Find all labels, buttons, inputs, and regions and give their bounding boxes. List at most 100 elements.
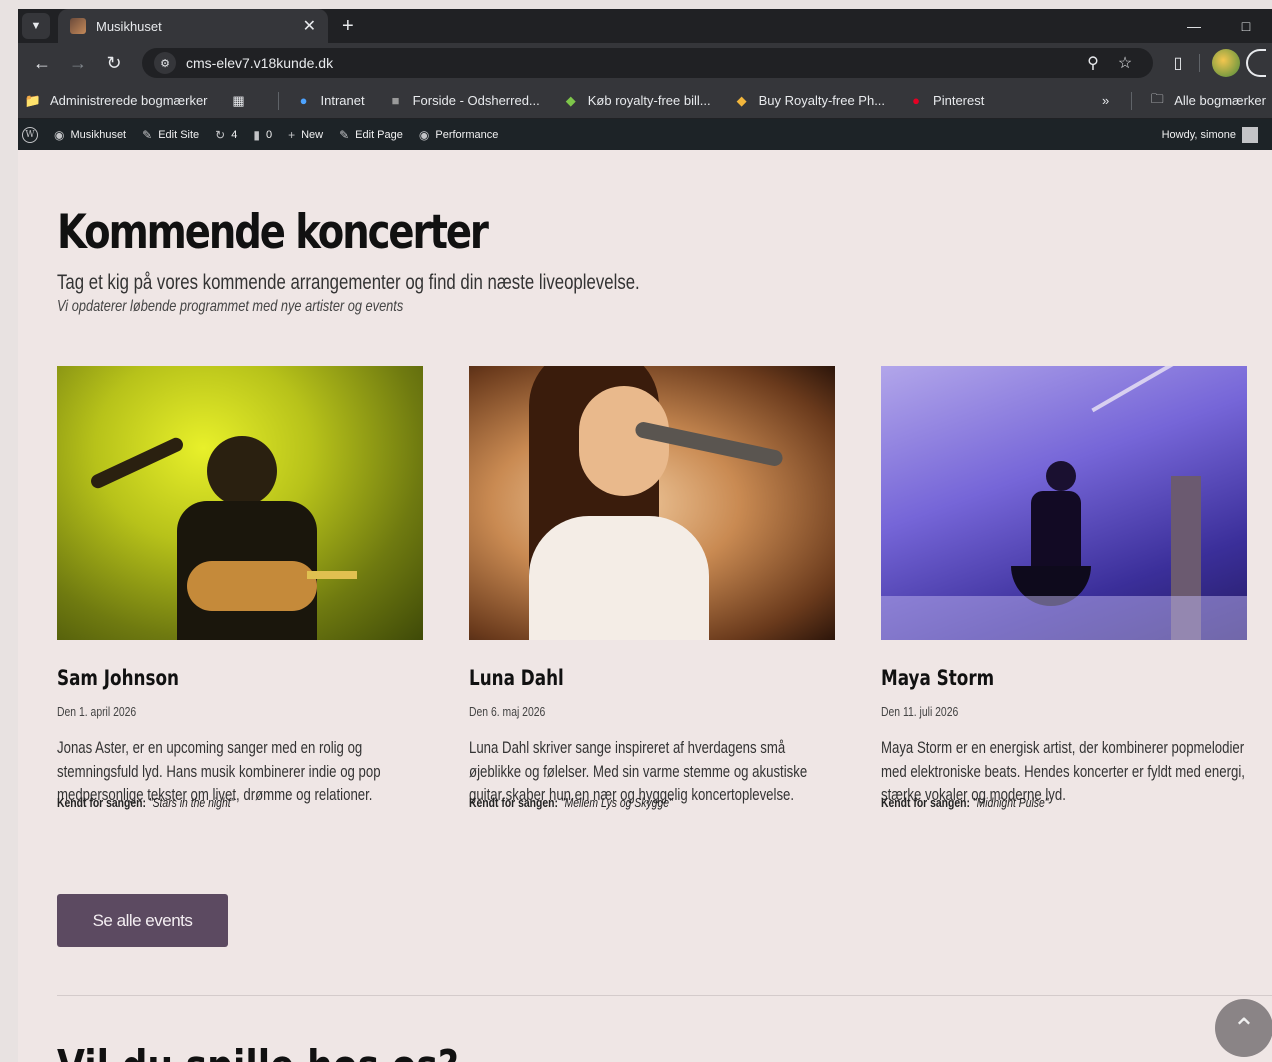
wp-site-label: Musikhuset	[70, 128, 127, 141]
back-arrow-icon[interactable]: ←	[24, 53, 60, 74]
zoom-icon[interactable]: ⚲	[1077, 53, 1109, 73]
bookmark-managed[interactable]: 📁 Administrerede bogmærker	[24, 93, 208, 109]
concert-song: Kendt for sangen: "Stars in the night"	[57, 795, 350, 810]
wp-new[interactable]: + New	[288, 128, 323, 142]
performance-icon: ◉	[418, 127, 430, 142]
song-label: Kendt for sangen:	[57, 794, 146, 810]
address-bar[interactable]: ⚙ cms-elev7.v18kunde.dk ⚲ ☆	[142, 48, 1153, 78]
bookmark-divider	[277, 91, 279, 110]
see-all-events-button[interactable]: Se alle events	[57, 894, 228, 947]
toolbar-divider	[1199, 54, 1200, 72]
folder-icon: 🗀	[1150, 90, 1164, 106]
wp-new-label: New	[301, 128, 324, 141]
tab-title: Musikhuset	[96, 18, 162, 34]
wp-edit-site-label: Edit Site	[158, 128, 200, 141]
concert-photo	[57, 366, 423, 640]
bookmark-pinterest[interactable]: ● Pinterest	[907, 93, 984, 108]
bookmark-label: Intranet	[320, 93, 365, 108]
bookmark-label: Pinterest	[933, 93, 985, 108]
extensions-icon[interactable]: ▯	[1161, 53, 1195, 73]
concert-song: Kendt for sangen: "Midnight Pulse"	[881, 795, 1174, 810]
song-label: Kendt for sangen:	[881, 794, 970, 810]
reload-icon[interactable]: ↻	[96, 53, 132, 74]
apps-grid-icon: ▦	[232, 92, 245, 108]
wp-edit-page[interactable]: ✎ Edit Page	[339, 128, 403, 142]
plus-icon: +	[288, 127, 296, 142]
site-settings-icon[interactable]: ⚙	[154, 52, 176, 74]
dashboard-icon: ◉	[54, 127, 65, 142]
wp-performance[interactable]: ◉ Performance	[419, 128, 498, 142]
bookmark-label: Køb royalty-free bill...	[587, 93, 711, 108]
bookmark-buy[interactable]: ◆ Buy Royalty-free Ph...	[733, 93, 885, 109]
tab-strip: ▼ Musikhuset ✕ + — □	[18, 9, 1272, 43]
browser-window: ▼ Musikhuset ✕ + — □ ← → ↻ ⚙ cms-elev7.v…	[18, 9, 1272, 1062]
pixabay-icon: ◆	[565, 92, 576, 108]
chevron-up-icon: ⌃	[1232, 1012, 1256, 1044]
bookmark-forside[interactable]: ■ Forside - Odsherred...	[387, 93, 540, 108]
bookmark-intranet[interactable]: ● Intranet	[295, 93, 365, 108]
song-label: Kendt for sangen:	[469, 794, 558, 810]
site-favicon-icon	[70, 18, 86, 34]
song-title: "Stars in the night"	[148, 794, 235, 810]
bookmark-label: Buy Royalty-free Ph...	[758, 93, 886, 108]
apps-button[interactable]: ▦	[230, 93, 256, 109]
concert-card: Luna Dahl Den 6. maj 2026 Luna Dahl skri…	[469, 366, 835, 810]
page-content: Kommende koncerter Tag et kig på vores k…	[18, 183, 1272, 1062]
more-bookmarks-button[interactable]: »	[1102, 93, 1109, 108]
page-subtitle: Vi opdaterer løbende programmet med nye …	[57, 298, 404, 315]
concert-song: Kendt for sangen: "Mellem Lys og Skygge"	[469, 795, 762, 810]
bookmark-label: Forside - Odsherred...	[412, 93, 540, 108]
concert-date: Den 6. maj 2026	[469, 704, 546, 719]
updates-icon: ↻	[215, 127, 226, 142]
bookmarks-bar: 📁 Administrerede bogmærker ▦ ● Intranet …	[18, 83, 1272, 119]
window-controls: — □	[1168, 9, 1272, 43]
wp-updates-count: 4	[231, 128, 238, 141]
wp-edit-page-label: Edit Page	[355, 128, 403, 141]
concert-date: Den 1. april 2026	[57, 704, 137, 719]
concert-card: Sam Johnson Den 1. april 2026 Jonas Aste…	[57, 366, 423, 810]
managed-folder-icon: 📁	[24, 92, 42, 108]
odsherred-icon: ■	[391, 93, 400, 108]
concert-photo	[469, 366, 835, 640]
pixabay-icon: ◆	[736, 92, 747, 108]
wp-updates[interactable]: ↻ 4	[215, 128, 237, 142]
wp-performance-label: Performance	[435, 128, 499, 141]
concert-card: Maya Storm Den 11. juli 2026 Maya Storm …	[881, 366, 1247, 810]
brush-icon: ✎	[142, 127, 153, 142]
concert-artist: Luna Dahl	[469, 666, 564, 690]
wp-comments[interactable]: ▮ 0	[253, 128, 272, 142]
wp-account[interactable]: Howdy, simone	[1162, 126, 1258, 143]
song-title: "Midnight Pulse"	[972, 794, 1049, 810]
bookmarks-right: » 🗀 Alle bogmærker	[1102, 90, 1266, 112]
page-lead: Tag et kig på vores kommende arrangement…	[57, 271, 640, 294]
extension-avatar-icon[interactable]	[1212, 49, 1240, 77]
new-tab-button[interactable]: +	[342, 15, 354, 38]
maximize-icon[interactable]: □	[1220, 18, 1272, 34]
comment-icon: ▮	[253, 127, 260, 142]
forward-arrow-icon[interactable]: →	[60, 53, 96, 74]
bookmark-star-icon[interactable]: ☆	[1109, 53, 1141, 73]
concert-artist: Maya Storm	[881, 666, 995, 690]
section-title: Vil du spille hos os?	[57, 1041, 459, 1062]
pencil-icon: ✎	[339, 127, 350, 142]
minimize-icon[interactable]: —	[1168, 18, 1220, 34]
wp-edit-site[interactable]: ✎ Edit Site	[142, 128, 199, 142]
tab-search-button[interactable]: ▼	[22, 13, 50, 39]
url-text: cms-elev7.v18kunde.dk	[186, 55, 334, 71]
concert-photo	[881, 366, 1247, 640]
wp-site-link[interactable]: ◉ Musikhuset	[54, 128, 126, 142]
wp-admin-bar: W ◉ Musikhuset ✎ Edit Site ↻ 4 ▮ 0 + New…	[18, 119, 1272, 150]
close-tab-icon[interactable]: ✕	[303, 16, 316, 36]
concert-date: Den 11. juli 2026	[881, 704, 959, 719]
bookmark-koeb[interactable]: ◆ Køb royalty-free bill...	[562, 93, 711, 109]
bookmark-label: Alle bogmærker	[1174, 93, 1266, 108]
wordpress-logo-icon[interactable]: W	[22, 126, 38, 143]
intranet-icon: ●	[299, 93, 308, 108]
scroll-to-top-button[interactable]: ⌃	[1215, 999, 1272, 1057]
song-title: "Mellem Lys og Skygge"	[560, 794, 673, 810]
pinterest-icon: ●	[912, 93, 920, 108]
tab-musikhuset[interactable]: Musikhuset ✕	[58, 9, 328, 43]
profile-avatar[interactable]	[1246, 49, 1266, 77]
concert-artist: Sam Johnson	[57, 666, 180, 690]
all-bookmarks-button[interactable]: 🗀 Alle bogmærker	[1148, 90, 1266, 112]
